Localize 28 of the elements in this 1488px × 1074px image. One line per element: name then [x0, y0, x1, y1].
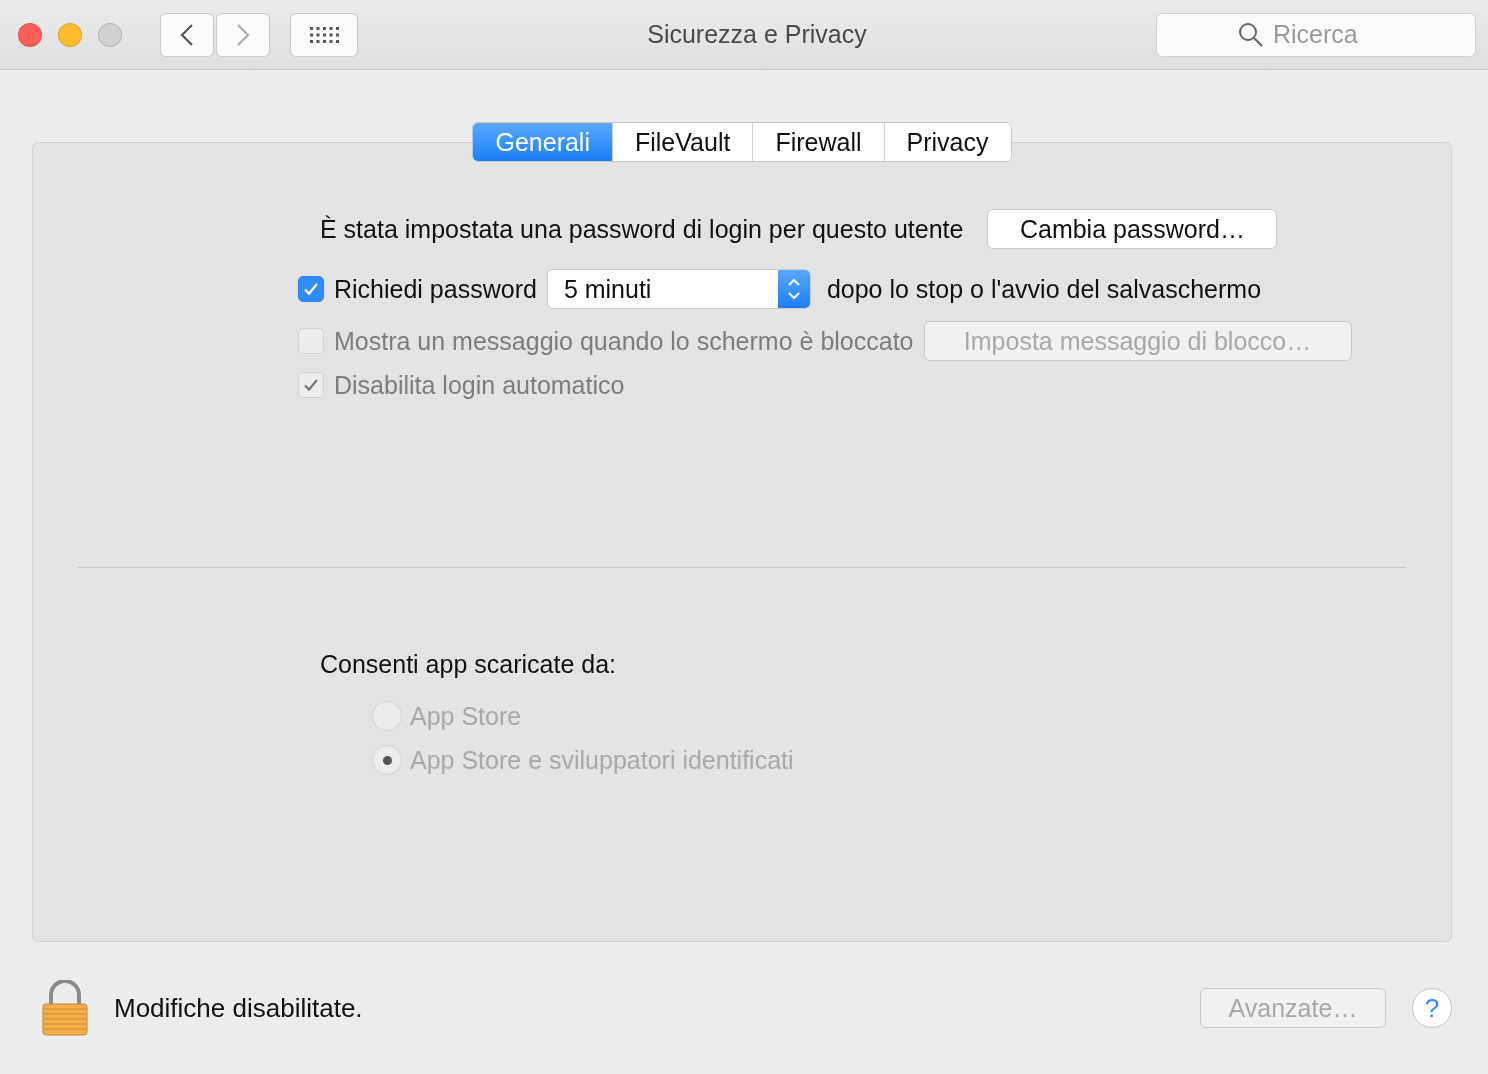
search-icon — [1238, 21, 1264, 48]
option-label: Mostra un messaggio quando lo schermo è bloccato — [334, 326, 914, 356]
lock-status-text: Modifiche disabilitate. — [114, 992, 364, 1024]
change-password-button[interactable]: Cambia password… — [987, 209, 1278, 249]
show-all-button[interactable] — [290, 12, 358, 57]
radio-label: App Store — [410, 701, 522, 731]
up-down-arrows-icon — [786, 276, 801, 302]
back-button[interactable] — [160, 12, 214, 57]
close-window-icon[interactable] — [18, 22, 42, 47]
chevron-left-icon — [180, 22, 194, 47]
chevron-right-icon — [236, 22, 250, 47]
checkmark-icon — [303, 281, 319, 297]
grid-icon — [309, 25, 339, 44]
minimize-window-icon[interactable] — [58, 22, 82, 47]
search-field[interactable]: Ricerca — [1156, 12, 1476, 57]
password-status-text: È stata impostata una password di login per questo utente — [320, 214, 964, 244]
tab[interactable]: Privacy — [883, 123, 1011, 161]
downloads-heading: Consenti app scaricate da: — [320, 649, 616, 679]
checkbox[interactable] — [298, 276, 324, 302]
delay-dropdown[interactable]: 5 minuti — [546, 269, 811, 309]
option-label: Richiedi password — [334, 274, 537, 304]
option-suffix-text: dopo lo stop o l'avvio del salvaschermo — [826, 274, 1262, 304]
zoom-window-icon[interactable] — [98, 22, 122, 47]
radio-label: App Store e sviluppatori identificati — [410, 745, 794, 775]
padlock-icon — [42, 980, 88, 1036]
window-title: Sicurezza e Privacy — [646, 20, 868, 49]
option-label: Disabilita login automatico — [334, 370, 625, 400]
checkmark-icon — [303, 377, 319, 393]
